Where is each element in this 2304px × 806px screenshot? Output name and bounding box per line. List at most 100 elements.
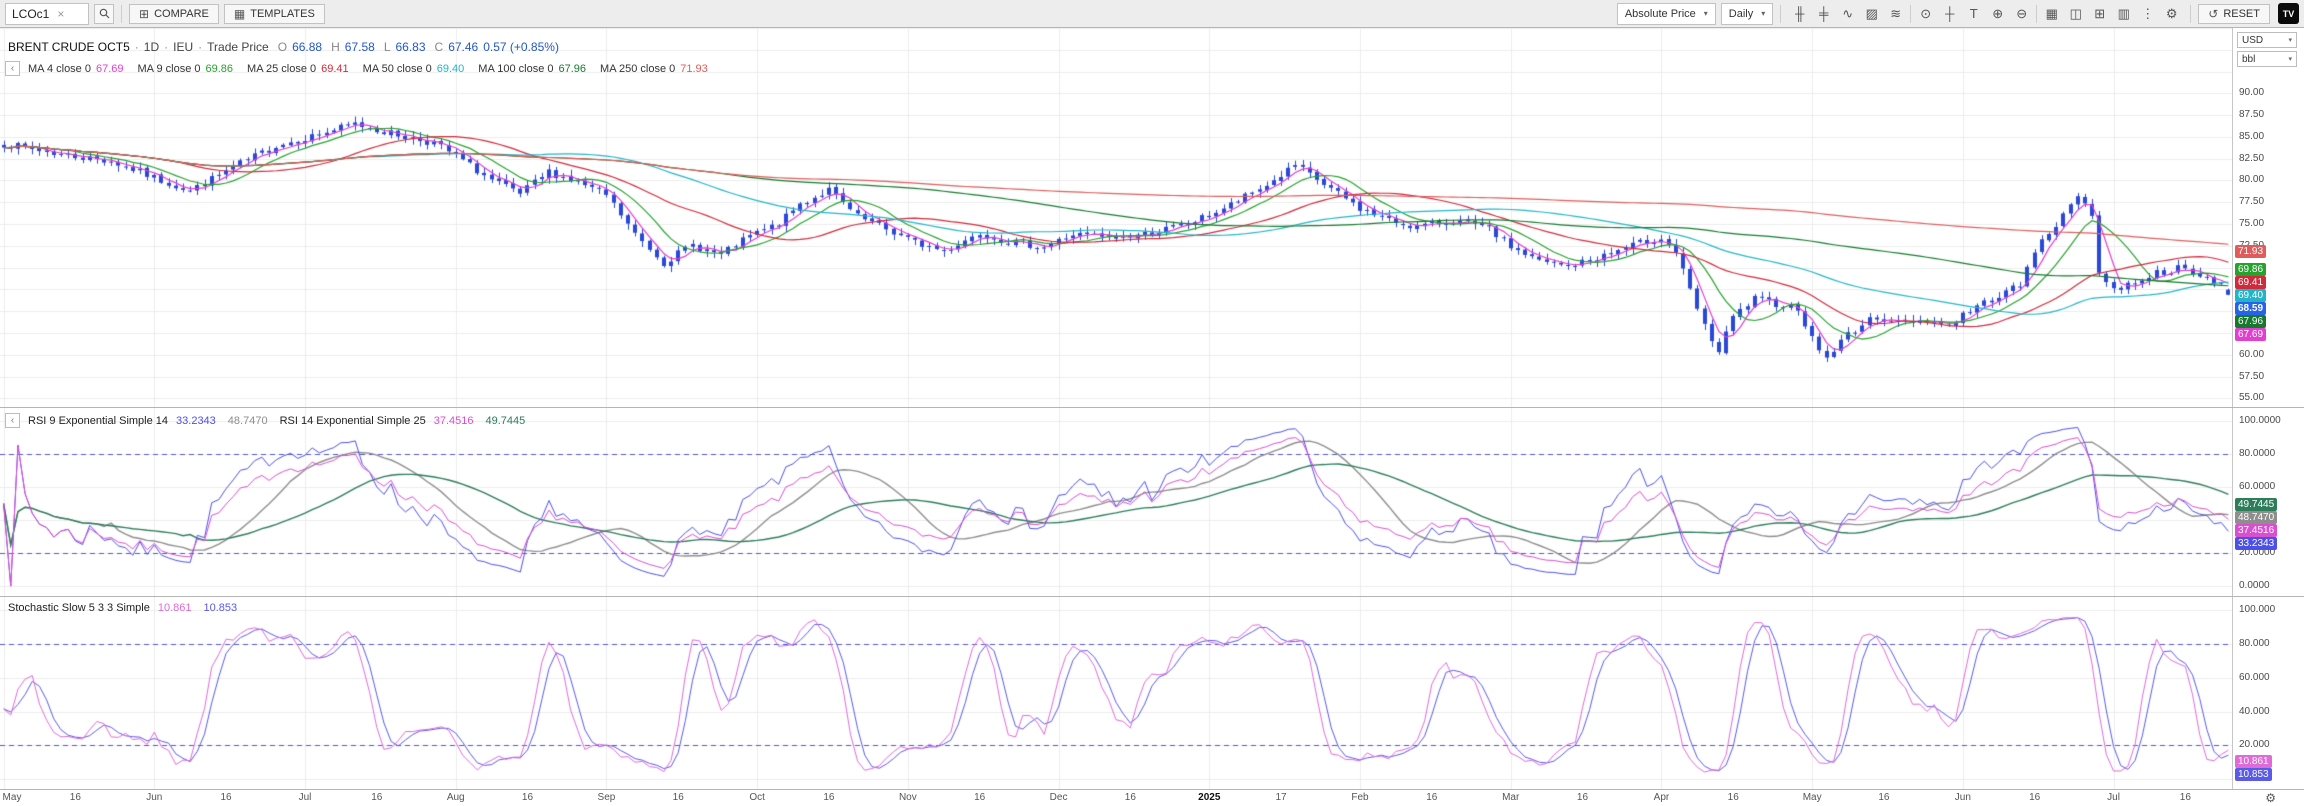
ma-legend-item: MA 250 close 071.93 [600, 63, 708, 75]
axis-label: 90.00 [2239, 88, 2264, 98]
settings-gear-icon[interactable]: ⚙ [2160, 4, 2183, 24]
toolbar-separator [1910, 5, 1911, 23]
stochastic-scale[interactable]: 100.00080.00060.00040.00020.0000.000 10.… [2232, 597, 2304, 789]
ma-legend-item: MA 50 close 069.40 [363, 63, 465, 75]
indicator-value-badge: 71.93 [2235, 245, 2266, 258]
rsi-chart-canvas[interactable] [0, 408, 2232, 596]
indicator-value-badge: 37.4516 [2235, 524, 2277, 537]
ohlc-bars-icon[interactable]: ╪ [1812, 4, 1835, 24]
indicator-name: Stochastic Slow 5 3 3 Simple [8, 602, 150, 614]
indicator-value: 10.861 [158, 602, 192, 614]
toolbar-separator [121, 5, 122, 23]
search-icon[interactable] [94, 4, 114, 24]
time-tick: Mar [1502, 792, 1519, 803]
axis-label: 0.0000 [2239, 581, 2270, 591]
stochastic-pane[interactable]: Stochastic Slow 5 3 3 Simple10.86110.853… [0, 597, 2304, 790]
symbol-search-input[interactable]: LCOc1 × [5, 3, 89, 25]
time-tick: 16 [974, 792, 985, 803]
time-tick: Oct [749, 792, 765, 803]
settings-gear-icon[interactable]: ⚙ [2265, 791, 2276, 805]
axis-label: 20.000 [2239, 740, 2270, 750]
indicator-value-badge: 48.7470 [2235, 511, 2277, 524]
indicator-value: 49.7445 [485, 415, 525, 427]
time-tick: 16 [1426, 792, 1437, 803]
templates-icon: ▦ [234, 7, 245, 21]
axis-label: 60.00 [2239, 350, 2264, 360]
ma-legend-item: MA 4 close 067.69 [28, 63, 124, 75]
time-tick: Jul [299, 792, 312, 803]
time-tick: 16 [2180, 792, 2191, 803]
time-tick: Apr [1654, 792, 1670, 803]
templates-button[interactable]: ▦ TEMPLATES [224, 4, 325, 24]
time-axis[interactable]: May16Jun16Jul16Aug16Sep16Oct16Nov16Dec16… [0, 790, 2304, 806]
time-tick: 16 [1728, 792, 1739, 803]
time-tick: 16 [70, 792, 81, 803]
ma-legend-items: MA 4 close 067.69MA 9 close 069.86MA 25 … [28, 63, 708, 75]
compare-button[interactable]: ⊞ COMPARE [129, 4, 219, 24]
compare-label: COMPARE [154, 8, 209, 20]
zoom-out-icon[interactable]: ⊖ [2010, 4, 2033, 24]
unit-select[interactable]: bbl ▾ [2237, 51, 2297, 67]
line-chart-icon[interactable]: ∿ [1836, 4, 1859, 24]
open-label: O [278, 40, 287, 54]
data-table-icon[interactable]: ▦ [2040, 4, 2063, 24]
reset-button[interactable]: ↺ RESET [2198, 4, 2270, 24]
rsi-scale[interactable]: 100.000080.000060.000040.000020.00000.00… [2232, 408, 2304, 596]
axis-label: 75.00 [2239, 219, 2264, 229]
area-chart-icon[interactable]: ▨ [1860, 4, 1883, 24]
currency-value: USD [2242, 35, 2263, 46]
currency-select[interactable]: USD ▾ [2237, 32, 2297, 48]
add-pane-icon[interactable]: ⊞ [2088, 4, 2111, 24]
more-options-icon[interactable]: ⋮ [2136, 4, 2159, 24]
events-icon[interactable]: ⊙ [1914, 4, 1937, 24]
templates-label: TEMPLATES [250, 8, 315, 20]
time-tick: 16 [371, 792, 382, 803]
indicator-value-badge: 10.861 [2235, 755, 2272, 768]
crosshair-icon[interactable]: ┼ [1938, 4, 1961, 24]
close-value: 67.46 [448, 40, 478, 54]
chart-grid-icon[interactable]: ▥ [2112, 4, 2135, 24]
tradingview-logo[interactable]: TV [2278, 3, 2299, 24]
axis-label: 57.50 [2239, 372, 2264, 382]
time-tick: Feb [1351, 792, 1368, 803]
chevron-down-icon: ▾ [2288, 36, 2292, 44]
chevron-down-icon: ▾ [2288, 55, 2292, 63]
unit-value: bbl [2242, 54, 2255, 65]
collapse-legend-button[interactable]: ‹ [5, 61, 20, 76]
axis-label: 55.00 [2239, 393, 2264, 403]
indicator-value-badge: 69.41 [2235, 276, 2266, 289]
axis-label: 80.0000 [2239, 449, 2275, 459]
indicator-value-badge: 33.2343 [2235, 537, 2277, 550]
indicator-value: 33.2343 [176, 415, 216, 427]
axis-label: 77.50 [2239, 197, 2264, 207]
time-tick-row: May16Jun16Jul16Aug16Sep16Oct16Nov16Dec16… [0, 790, 2232, 806]
reset-label: RESET [2223, 8, 2260, 20]
price-chart-canvas[interactable] [0, 28, 2232, 407]
time-tick: Jun [1955, 792, 1971, 803]
ma-legend-item: MA 100 close 067.96 [478, 63, 586, 75]
candlestick-chart-icon[interactable]: ╫ [1788, 4, 1811, 24]
symbol-text: LCOc1 [12, 7, 49, 21]
clear-symbol-icon[interactable]: × [57, 7, 64, 21]
zoom-in-icon[interactable]: ⊕ [1986, 4, 2009, 24]
time-tick: Aug [447, 792, 465, 803]
panel-layout-icon[interactable]: ◫ [2064, 4, 2087, 24]
charting-app: LCOc1 × ⊞ COMPARE ▦ TEMPLATES Absolute P… [0, 0, 2304, 806]
rsi-pane[interactable]: ‹ RSI 9 Exponential Simple 1433.234348.7… [0, 408, 2304, 597]
axis-label: 87.50 [2239, 110, 2264, 120]
axis-label: 85.00 [2239, 132, 2264, 142]
interval-select[interactable]: Daily ▾ [1721, 3, 1773, 25]
price-pane[interactable]: BRENT CRUDE OCT5 · 1D · IEU · Trade Pric… [0, 28, 2304, 408]
time-tick: 16 [823, 792, 834, 803]
percent-change-chart-icon[interactable]: ≋ [1884, 4, 1907, 24]
stochastic-chart-canvas[interactable] [0, 597, 2232, 789]
collapse-legend-button[interactable]: ‹ [5, 413, 20, 428]
price-mode-select[interactable]: Absolute Price ▾ [1617, 3, 1716, 25]
legend-series: Trade Price [207, 40, 269, 54]
axis-label: 80.00 [2239, 175, 2264, 185]
interval-value: Daily [1729, 8, 1753, 20]
text-tool-icon[interactable]: T [1962, 4, 1985, 24]
stochastic-legend: Stochastic Slow 5 3 3 Simple10.86110.853 [8, 602, 243, 614]
price-scale[interactable]: USD ▾ bbl ▾ 90.00 87.50 85.00 82.50 80.00 77.… [2232, 28, 2304, 407]
axis-label: 82.50 [2239, 154, 2264, 164]
